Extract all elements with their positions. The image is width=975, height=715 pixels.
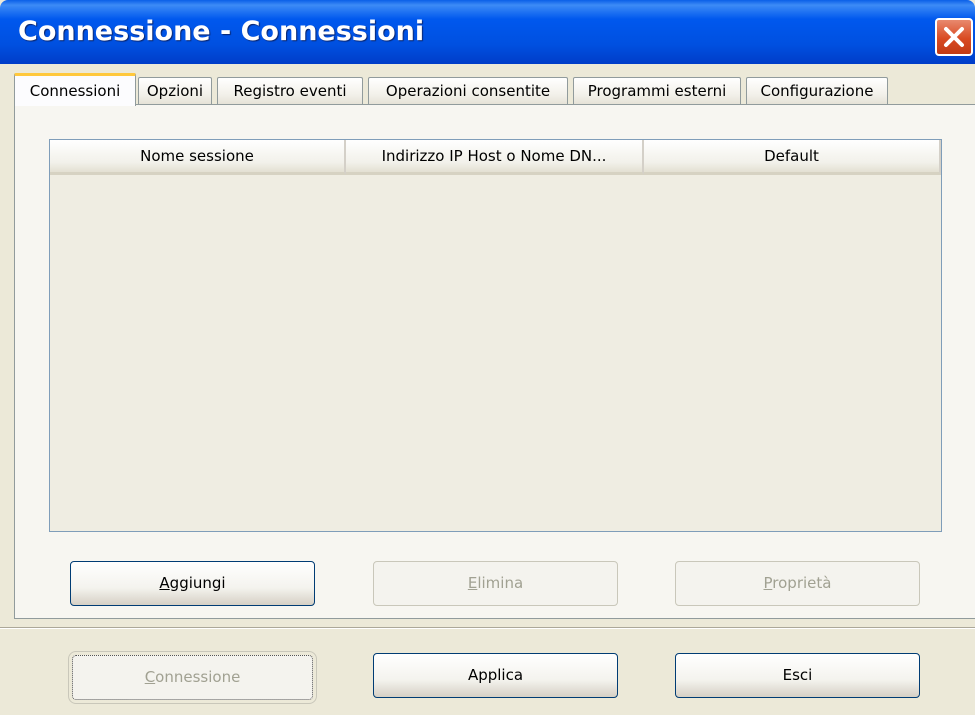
connect-button-accel: C [144, 668, 156, 686]
close-x-icon [944, 27, 964, 47]
sessions-list[interactable]: Nome sessione Indirizzo IP Host o Nome D… [49, 139, 942, 532]
sessions-list-header: Nome sessione Indirizzo IP Host o Nome D… [50, 140, 941, 175]
properties-button[interactable]: Proprietà [675, 561, 920, 606]
exit-button[interactable]: Esci [675, 653, 920, 698]
delete-button-label: limina [477, 574, 524, 592]
tab-configurazione[interactable]: Configurazione [746, 77, 888, 105]
title-bar[interactable]: Connessione - Connessioni [0, 0, 975, 64]
window-title: Connessione - Connessioni [18, 16, 425, 47]
column-indirizzo-ip[interactable]: Indirizzo IP Host o Nome DN... [346, 140, 644, 175]
connection-dialog: Connessione - Connessioni Connessioni Op… [0, 0, 975, 715]
delete-button[interactable]: Elimina [373, 561, 618, 606]
close-button[interactable] [935, 18, 973, 56]
apply-button[interactable]: Applica [373, 653, 618, 698]
tab-registro-eventi[interactable]: Registro eventi [217, 77, 363, 105]
add-button-accel: A [159, 574, 170, 592]
tab-connessioni[interactable]: Connessioni [14, 73, 136, 106]
tab-strip: Connessioni Opzioni Registro eventi Oper… [14, 73, 974, 106]
delete-button-accel: E [467, 574, 478, 592]
tab-opzioni[interactable]: Opzioni [138, 77, 212, 105]
tab-programmi-esterni[interactable]: Programmi esterni [573, 77, 741, 105]
column-nome-sessione[interactable]: Nome sessione [50, 140, 346, 175]
add-button-label: ggiungi [169, 574, 226, 592]
tab-operazioni-consentite[interactable]: Operazioni consentite [368, 77, 568, 105]
footer-separator [0, 627, 975, 629]
properties-button-label: roprietà [772, 574, 832, 592]
connect-button-label: onnessione [155, 668, 241, 686]
column-default[interactable]: Default [644, 140, 941, 175]
add-button[interactable]: Aggiungi [70, 561, 315, 606]
properties-button-accel: P [763, 574, 773, 592]
connect-button[interactable]: Connessione [68, 651, 317, 704]
